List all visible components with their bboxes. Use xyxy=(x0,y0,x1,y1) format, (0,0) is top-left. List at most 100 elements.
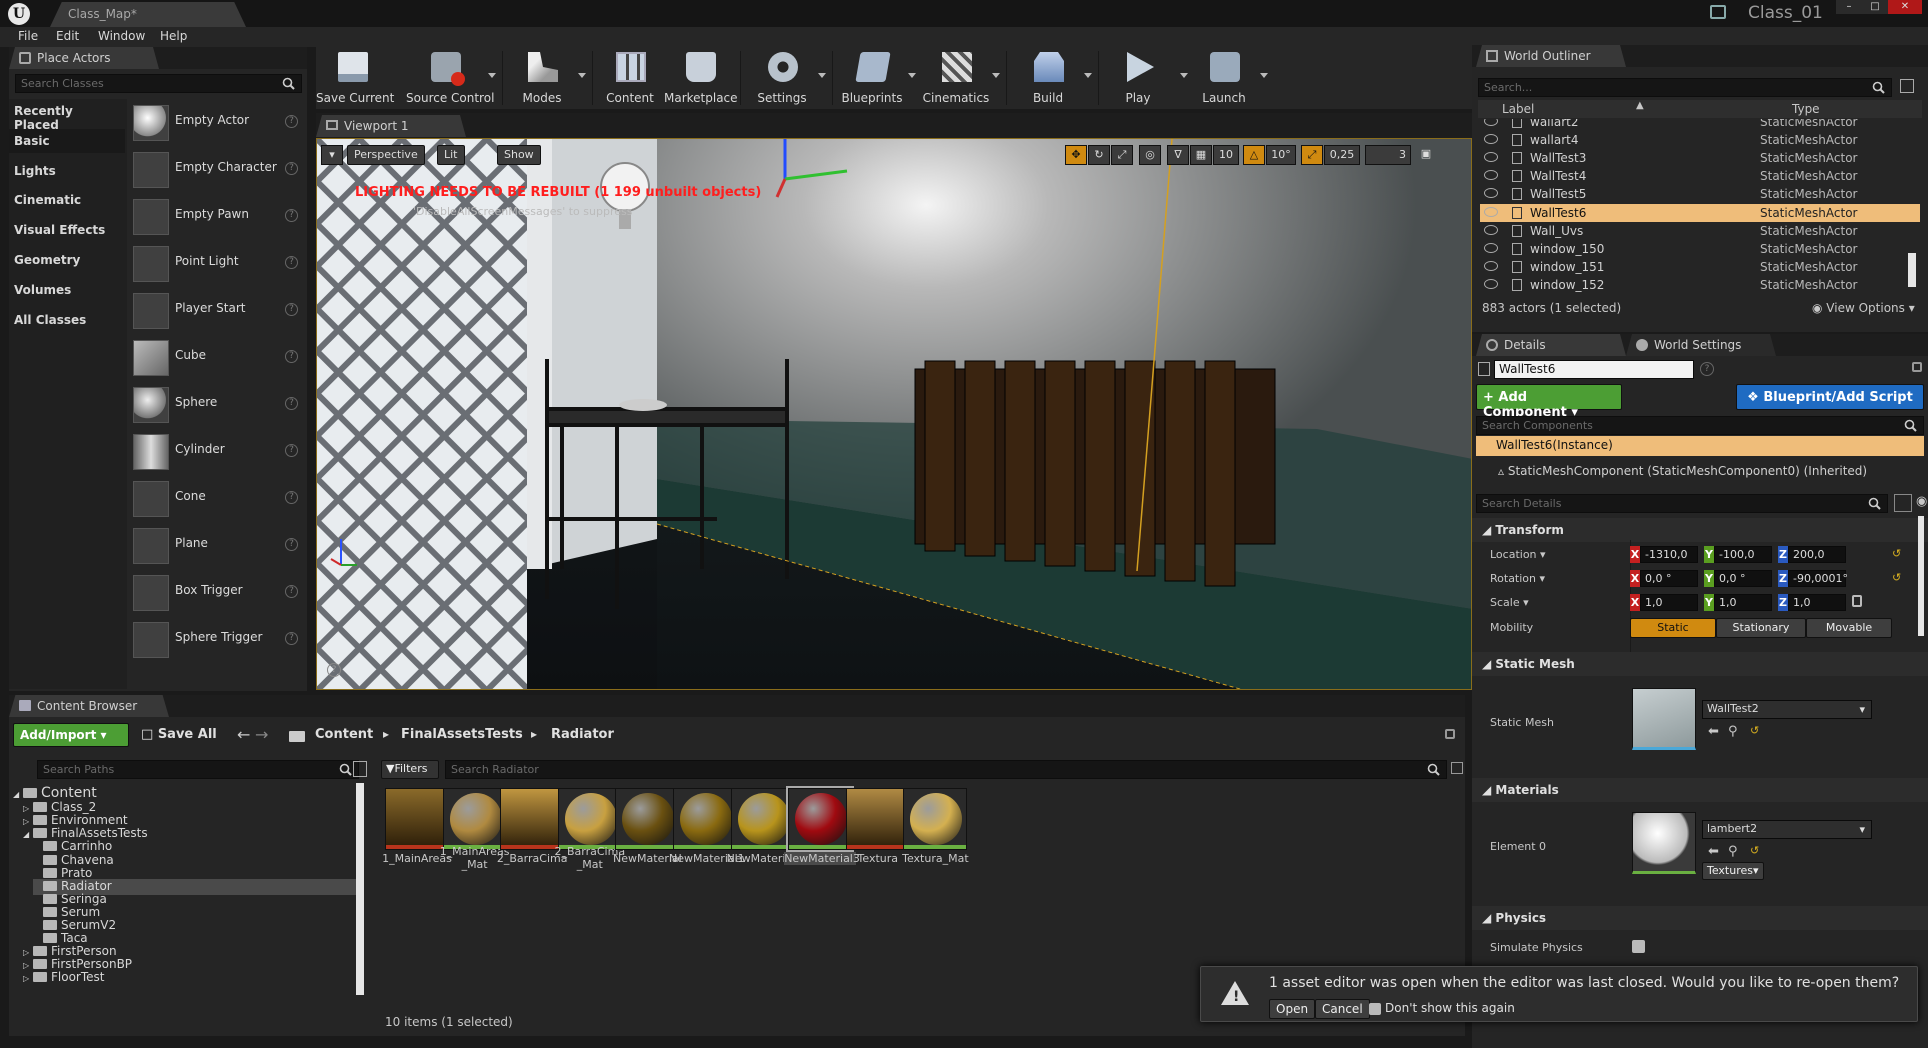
actor-empty-actor[interactable]: Empty Actor? xyxy=(130,101,302,143)
menu-file[interactable]: File xyxy=(18,29,38,43)
rotation-snap-value[interactable]: 10° xyxy=(1266,145,1296,165)
reset-material-icon[interactable]: ↺ xyxy=(1750,844,1759,857)
actor-sphere-trigger[interactable]: Sphere Trigger? xyxy=(130,618,302,660)
grid-snap-icon[interactable]: ▦ xyxy=(1190,145,1212,165)
path-options-icon[interactable] xyxy=(353,761,367,777)
asset-tile[interactable] xyxy=(557,788,622,850)
help-icon[interactable]: ? xyxy=(285,303,298,316)
actor-cone[interactable]: Cone? xyxy=(130,477,302,519)
asset-tile[interactable] xyxy=(442,788,507,850)
cinematics-button[interactable]: Cinematics xyxy=(920,47,992,109)
category-recently-placed[interactable]: Recently Placed xyxy=(9,99,125,132)
settings-button[interactable]: Settings xyxy=(746,47,818,109)
build-button[interactable]: Build xyxy=(1012,47,1084,109)
location-x-input[interactable]: -1310,0 xyxy=(1640,546,1698,563)
asset-tile[interactable] xyxy=(673,788,737,850)
material-thumbnail[interactable] xyxy=(1632,812,1696,874)
add-folder-icon[interactable] xyxy=(1900,79,1914,93)
dont-show-checkbox[interactable] xyxy=(1369,1003,1381,1015)
rotation-z-input[interactable]: -90,0001° xyxy=(1788,570,1848,587)
help-icon[interactable]: ? xyxy=(327,663,341,677)
reset-rotation-icon[interactable]: ↺ xyxy=(1892,571,1901,584)
mobility-static-button[interactable]: Static xyxy=(1630,618,1716,638)
rotation-y-input[interactable]: 0,0 ° xyxy=(1714,570,1772,587)
show-button[interactable]: Show xyxy=(497,145,541,165)
location-z-input[interactable]: 200,0 xyxy=(1788,546,1846,563)
actor-sphere[interactable]: Sphere? xyxy=(130,383,302,425)
collapsed-arrow-icon[interactable]: ▷ xyxy=(23,948,33,957)
category-all-classes[interactable]: All Classes xyxy=(9,308,125,332)
menu-edit[interactable]: Edit xyxy=(56,29,79,43)
help-icon[interactable]: ? xyxy=(285,397,298,410)
scale-label[interactable]: Scale ▾ xyxy=(1490,596,1529,609)
actor-plane[interactable]: Plane? xyxy=(130,524,302,566)
play-button[interactable]: Play xyxy=(1102,47,1174,109)
scale-snap-icon[interactable]: ⤢ xyxy=(1301,145,1323,165)
tab-content-browser[interactable]: Content Browser xyxy=(9,695,169,717)
perspective-button[interactable]: Perspective xyxy=(347,145,425,165)
mobility-stationary-button[interactable]: Stationary xyxy=(1716,618,1806,638)
collapsed-arrow-icon[interactable]: ▷ xyxy=(23,804,33,813)
category-visual-effects[interactable]: Visual Effects xyxy=(9,218,125,242)
outliner-row[interactable]: WallTest5 StaticMeshActor xyxy=(1480,185,1920,203)
scale-tool-icon[interactable]: ⤢ xyxy=(1111,145,1133,165)
scale-snap-value[interactable]: 0,25 xyxy=(1324,145,1360,165)
help-icon[interactable]: ? xyxy=(285,350,298,363)
actor-name-field[interactable]: WallTest6 xyxy=(1494,360,1694,379)
outliner-row[interactable]: window_150 StaticMeshActor xyxy=(1480,240,1920,258)
location-label[interactable]: Location ▾ xyxy=(1490,548,1546,561)
viewport-options-dropdown[interactable]: ▾ xyxy=(321,145,343,165)
reset-mesh-icon[interactable]: ↺ xyxy=(1750,724,1759,737)
minimize-button[interactable]: – xyxy=(1836,0,1862,14)
category-volumes[interactable]: Volumes xyxy=(9,278,125,302)
outliner-row[interactable]: window_151 StaticMeshActor xyxy=(1480,258,1920,276)
static-mesh-thumbnail[interactable] xyxy=(1632,688,1696,750)
world-space-icon[interactable]: ◎ xyxy=(1139,145,1161,165)
actor-empty-character[interactable]: Empty Character? xyxy=(130,148,302,190)
folder-tree-item[interactable]: ◢ Content xyxy=(13,785,359,801)
outliner-row[interactable]: WallTest6 StaticMeshActor xyxy=(1480,203,1920,222)
blueprints-dropdown-icon[interactable] xyxy=(908,73,916,78)
source-control-dropdown-icon[interactable] xyxy=(488,73,496,78)
level-tab[interactable]: Class_Map* xyxy=(50,2,246,27)
close-button[interactable]: ✕ xyxy=(1888,0,1922,14)
lit-button[interactable]: Lit xyxy=(437,145,465,165)
outliner-row[interactable]: Wall_Uvs StaticMeshActor xyxy=(1480,222,1920,240)
static-mesh-section[interactable]: ◢ Static Mesh xyxy=(1472,652,1928,676)
grid-size-value[interactable]: 10 xyxy=(1213,145,1239,165)
rotate-tool-icon[interactable]: ↻ xyxy=(1088,145,1110,165)
help-icon[interactable]: ? xyxy=(285,585,298,598)
transform-section[interactable]: ◢ Transform xyxy=(1472,518,1928,542)
tab-details[interactable]: Details xyxy=(1476,334,1626,356)
launch-dropdown-icon[interactable] xyxy=(1260,73,1268,78)
help-icon[interactable]: ? xyxy=(1700,362,1714,376)
outliner-row[interactable]: WallTest3 StaticMeshActor xyxy=(1480,149,1920,167)
scale-x-input[interactable]: 1,0 xyxy=(1640,594,1698,611)
cinematics-dropdown-icon[interactable] xyxy=(992,73,1000,78)
filters-button[interactable]: ▼Filters xyxy=(381,760,439,779)
level-viewport[interactable]: ▾ Perspective Lit Show ✥ ↻ ⤢ ◎ ∇ ▦ 10 △ … xyxy=(316,138,1472,690)
collapsed-arrow-icon[interactable]: ▷ xyxy=(23,974,33,983)
tab-world-settings[interactable]: World Settings xyxy=(1626,334,1776,356)
actor-point-light[interactable]: Point Light? xyxy=(130,242,302,284)
outliner-row[interactable]: window_152 StaticMeshActor xyxy=(1480,276,1920,294)
outliner-row[interactable]: wallart4 StaticMeshActor xyxy=(1480,131,1920,149)
property-matrix-icon[interactable] xyxy=(1894,494,1912,512)
menu-window[interactable]: Window xyxy=(98,29,145,43)
source-control-button[interactable]: Source Control xyxy=(406,47,494,109)
translate-tool-icon[interactable]: ✥ xyxy=(1065,145,1087,165)
visibility-eye-icon[interactable] xyxy=(1484,242,1498,253)
add-component-button[interactable]: + Add Component ▾ xyxy=(1476,384,1622,420)
label-column-header[interactable]: Label xyxy=(1502,102,1534,116)
location-y-input[interactable]: -100,0 xyxy=(1714,546,1772,563)
use-selected-arrow-icon[interactable]: ⬅ xyxy=(1708,844,1719,859)
blueprints-button[interactable]: Blueprints xyxy=(836,47,908,109)
path-radiator[interactable]: Radiator xyxy=(551,727,614,742)
search-paths-input[interactable]: Search Paths xyxy=(37,760,359,779)
folder-tree-item[interactable]: ▷ FloorTest xyxy=(23,970,359,986)
tab-viewport-1[interactable]: Viewport 1 xyxy=(316,115,466,137)
collapsed-arrow-icon[interactable]: ▷ xyxy=(23,817,33,826)
tab-world-outliner[interactable]: World Outliner xyxy=(1476,45,1626,67)
save-search-icon[interactable] xyxy=(1451,762,1463,774)
asset-tile[interactable] xyxy=(615,788,680,850)
